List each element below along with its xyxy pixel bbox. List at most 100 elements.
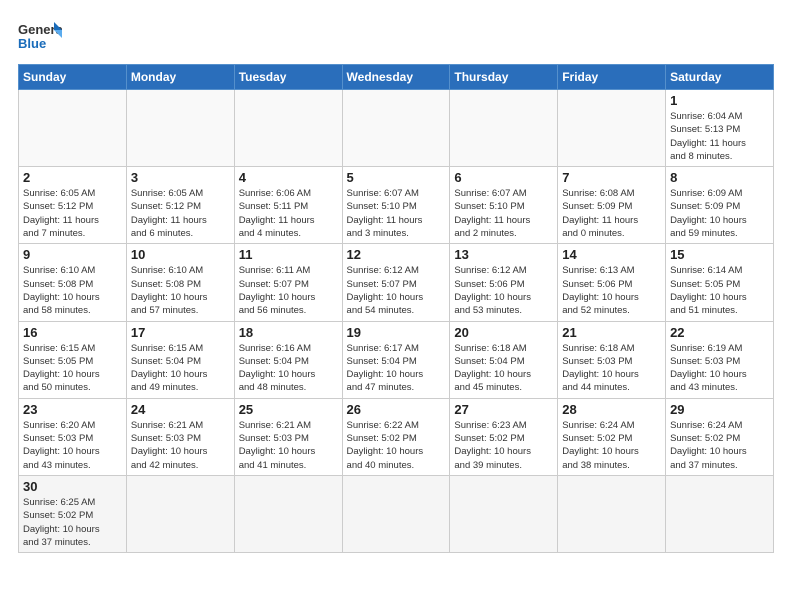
day-number: 2	[23, 170, 122, 185]
day-info: Sunrise: 6:08 AM Sunset: 5:09 PM Dayligh…	[562, 187, 661, 240]
day-cell: 26Sunrise: 6:22 AM Sunset: 5:02 PM Dayli…	[342, 398, 450, 475]
day-info: Sunrise: 6:25 AM Sunset: 5:02 PM Dayligh…	[23, 496, 122, 549]
day-cell: 16Sunrise: 6:15 AM Sunset: 5:05 PM Dayli…	[19, 321, 127, 398]
weekday-tuesday: Tuesday	[234, 65, 342, 90]
day-cell: 30Sunrise: 6:25 AM Sunset: 5:02 PM Dayli…	[19, 475, 127, 552]
day-cell	[666, 475, 774, 552]
day-info: Sunrise: 6:07 AM Sunset: 5:10 PM Dayligh…	[347, 187, 446, 240]
generalblue-icon: General Blue	[18, 20, 62, 56]
weekday-monday: Monday	[126, 65, 234, 90]
day-cell: 5 Sunrise: 6:07 AM Sunset: 5:10 PM Daylig…	[342, 167, 450, 244]
day-cell: 4Sunrise: 6:06 AM Sunset: 5:11 PM Daylig…	[234, 167, 342, 244]
weekday-saturday: Saturday	[666, 65, 774, 90]
day-number: 12	[347, 247, 446, 262]
week-row-4: 16Sunrise: 6:15 AM Sunset: 5:05 PM Dayli…	[19, 321, 774, 398]
day-cell: 1 Sunrise: 6:04 AM Sunset: 5:13 PM Daylig…	[666, 90, 774, 167]
week-row-1: 1 Sunrise: 6:04 AM Sunset: 5:13 PM Daylig…	[19, 90, 774, 167]
weekday-header-row: SundayMondayTuesdayWednesdayThursdayFrid…	[19, 65, 774, 90]
day-number: 17	[131, 325, 230, 340]
day-info: Sunrise: 6:20 AM Sunset: 5:03 PM Dayligh…	[23, 419, 122, 472]
day-info: Sunrise: 6:24 AM Sunset: 5:02 PM Dayligh…	[562, 419, 661, 472]
day-info: Sunrise: 6:16 AM Sunset: 5:04 PM Dayligh…	[239, 342, 338, 395]
day-number: 20	[454, 325, 553, 340]
day-cell	[126, 475, 234, 552]
page: General Blue SundayMondayTuesdayWednesda…	[0, 0, 792, 612]
day-cell	[558, 475, 666, 552]
day-info: Sunrise: 6:14 AM Sunset: 5:05 PM Dayligh…	[670, 264, 769, 317]
day-number: 11	[239, 247, 338, 262]
day-cell: 23 Sunrise: 6:20 AM Sunset: 5:03 PM Dayli…	[19, 398, 127, 475]
day-number: 21	[562, 325, 661, 340]
day-number: 9	[23, 247, 122, 262]
day-cell	[558, 90, 666, 167]
day-cell: 14 Sunrise: 6:13 AM Sunset: 5:06 PM Dayli…	[558, 244, 666, 321]
day-info: Sunrise: 6:18 AM Sunset: 5:03 PM Dayligh…	[562, 342, 661, 395]
day-number: 28	[562, 402, 661, 417]
day-cell: 17 Sunrise: 6:15 AM Sunset: 5:04 PM Dayli…	[126, 321, 234, 398]
day-info: Sunrise: 6:10 AM Sunset: 5:08 PM Dayligh…	[131, 264, 230, 317]
week-row-6: 30Sunrise: 6:25 AM Sunset: 5:02 PM Dayli…	[19, 475, 774, 552]
day-cell	[342, 90, 450, 167]
day-number: 13	[454, 247, 553, 262]
day-info: Sunrise: 6:19 AM Sunset: 5:03 PM Dayligh…	[670, 342, 769, 395]
day-cell: 12 Sunrise: 6:12 AM Sunset: 5:07 PM Dayli…	[342, 244, 450, 321]
weekday-sunday: Sunday	[19, 65, 127, 90]
day-info: Sunrise: 6:10 AM Sunset: 5:08 PM Dayligh…	[23, 264, 122, 317]
day-cell: 20 Sunrise: 6:18 AM Sunset: 5:04 PM Dayli…	[450, 321, 558, 398]
weekday-friday: Friday	[558, 65, 666, 90]
week-row-3: 9 Sunrise: 6:10 AM Sunset: 5:08 PM Daylig…	[19, 244, 774, 321]
day-number: 27	[454, 402, 553, 417]
day-number: 1	[670, 93, 769, 108]
weekday-wednesday: Wednesday	[342, 65, 450, 90]
day-cell	[19, 90, 127, 167]
header: General Blue	[18, 16, 774, 56]
day-cell	[450, 90, 558, 167]
day-info: Sunrise: 6:04 AM Sunset: 5:13 PM Dayligh…	[670, 110, 769, 163]
day-cell: 11Sunrise: 6:11 AM Sunset: 5:07 PM Dayli…	[234, 244, 342, 321]
day-cell: 29Sunrise: 6:24 AM Sunset: 5:02 PM Dayli…	[666, 398, 774, 475]
day-cell: 13Sunrise: 6:12 AM Sunset: 5:06 PM Dayli…	[450, 244, 558, 321]
day-number: 25	[239, 402, 338, 417]
day-number: 8	[670, 170, 769, 185]
day-number: 4	[239, 170, 338, 185]
day-cell	[234, 475, 342, 552]
day-cell: 19Sunrise: 6:17 AM Sunset: 5:04 PM Dayli…	[342, 321, 450, 398]
weekday-thursday: Thursday	[450, 65, 558, 90]
day-info: Sunrise: 6:13 AM Sunset: 5:06 PM Dayligh…	[562, 264, 661, 317]
day-cell: 7 Sunrise: 6:08 AM Sunset: 5:09 PM Daylig…	[558, 167, 666, 244]
day-number: 22	[670, 325, 769, 340]
day-number: 5	[347, 170, 446, 185]
day-number: 24	[131, 402, 230, 417]
day-number: 10	[131, 247, 230, 262]
day-info: Sunrise: 6:07 AM Sunset: 5:10 PM Dayligh…	[454, 187, 553, 240]
day-cell: 8 Sunrise: 6:09 AM Sunset: 5:09 PM Daylig…	[666, 167, 774, 244]
day-cell: 2 Sunrise: 6:05 AM Sunset: 5:12 PM Daylig…	[19, 167, 127, 244]
day-number: 14	[562, 247, 661, 262]
day-number: 3	[131, 170, 230, 185]
day-cell: 3Sunrise: 6:05 AM Sunset: 5:12 PM Daylig…	[126, 167, 234, 244]
day-cell: 9 Sunrise: 6:10 AM Sunset: 5:08 PM Daylig…	[19, 244, 127, 321]
day-info: Sunrise: 6:09 AM Sunset: 5:09 PM Dayligh…	[670, 187, 769, 240]
day-cell: 18Sunrise: 6:16 AM Sunset: 5:04 PM Dayli…	[234, 321, 342, 398]
day-cell: 10 Sunrise: 6:10 AM Sunset: 5:08 PM Dayli…	[126, 244, 234, 321]
day-info: Sunrise: 6:18 AM Sunset: 5:04 PM Dayligh…	[454, 342, 553, 395]
day-number: 23	[23, 402, 122, 417]
day-info: Sunrise: 6:15 AM Sunset: 5:04 PM Dayligh…	[131, 342, 230, 395]
day-number: 7	[562, 170, 661, 185]
day-info: Sunrise: 6:12 AM Sunset: 5:07 PM Dayligh…	[347, 264, 446, 317]
day-cell	[450, 475, 558, 552]
day-cell: 27Sunrise: 6:23 AM Sunset: 5:02 PM Dayli…	[450, 398, 558, 475]
day-number: 16	[23, 325, 122, 340]
day-cell: 21 Sunrise: 6:18 AM Sunset: 5:03 PM Dayli…	[558, 321, 666, 398]
day-number: 29	[670, 402, 769, 417]
day-cell: 28 Sunrise: 6:24 AM Sunset: 5:02 PM Dayli…	[558, 398, 666, 475]
day-info: Sunrise: 6:21 AM Sunset: 5:03 PM Dayligh…	[131, 419, 230, 472]
day-info: Sunrise: 6:21 AM Sunset: 5:03 PM Dayligh…	[239, 419, 338, 472]
day-info: Sunrise: 6:17 AM Sunset: 5:04 PM Dayligh…	[347, 342, 446, 395]
day-number: 15	[670, 247, 769, 262]
logo: General Blue	[18, 20, 62, 56]
svg-text:Blue: Blue	[18, 36, 46, 51]
day-info: Sunrise: 6:05 AM Sunset: 5:12 PM Dayligh…	[23, 187, 122, 240]
day-cell: 24 Sunrise: 6:21 AM Sunset: 5:03 PM Dayli…	[126, 398, 234, 475]
day-cell	[234, 90, 342, 167]
